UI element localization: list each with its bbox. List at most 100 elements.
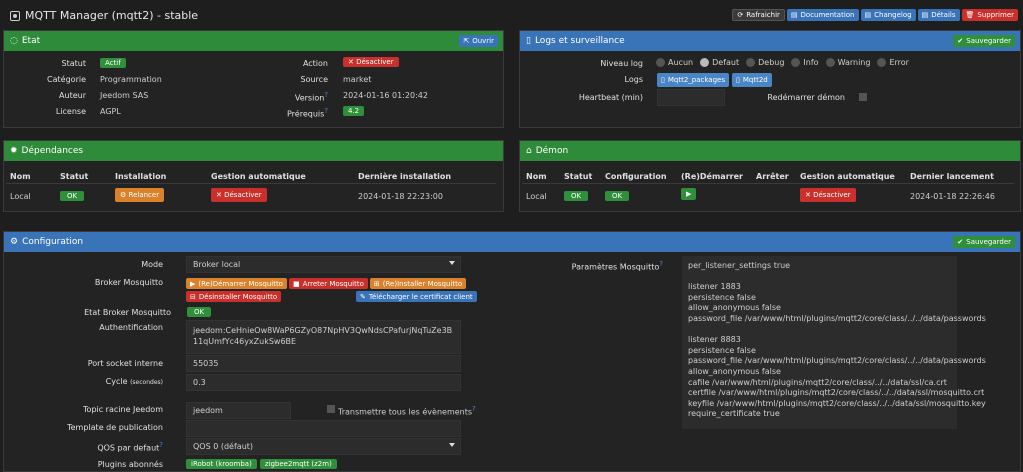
auteur-value: Jeedom SAS (100, 91, 149, 100)
install-mosquitto-button[interactable]: ⊞ (Re)Installer Mosquitto (369, 278, 467, 289)
bank-icon: ⌂ (526, 146, 532, 156)
gear-icon: ✹ (10, 146, 18, 156)
demon-row-dernier: 2024-01-18 22:26:46 (910, 192, 995, 201)
demon-header: ⌂ Démon (520, 141, 1020, 161)
demon-col-config: Configuration (605, 172, 667, 181)
statut-value: Actif (100, 58, 126, 68)
params-textarea[interactable]: per_listener_settings true listener 1883… (682, 256, 986, 429)
transmit-events-label: Transmettre tous les évènements? (338, 405, 476, 417)
demon-col-nom: Nom (526, 172, 547, 181)
mode-select[interactable]: Broker local (186, 256, 461, 273)
auth-label: Authentification (99, 323, 163, 332)
deps-row-nom: Local (10, 192, 31, 201)
radio-aucun[interactable]: Aucun (656, 58, 693, 67)
deps-col-installation: Installation (115, 172, 167, 181)
demon-col-dernier: Dernier lancement (910, 172, 994, 181)
template-label: Template de publication (67, 423, 163, 432)
chevron-down-icon (449, 443, 455, 447)
auteur-label: Auteur (59, 91, 86, 100)
port-input[interactable]: 55035 (186, 355, 461, 372)
topic-label: Topic racine Jeedom (83, 405, 163, 414)
logs-buttons: ▯ Mqtt2_packages ▯ Mqtt2d (657, 73, 772, 87)
details-button[interactable]: ▤ Détails (917, 9, 960, 21)
source-value: market (343, 75, 372, 84)
car-icon: ⚙ (120, 191, 127, 199)
stop-mosquitto-button[interactable]: ■ Arreter Mosquitto (288, 278, 368, 289)
demon-col-gestion: Gestion automatique (800, 172, 895, 181)
logs-header: ▯ Logs et surveillance ✔ Sauvegarder (520, 31, 1020, 51)
qos-select[interactable]: QOS 0 (défaut) (186, 438, 461, 455)
prereq-label: Prérequis? (286, 107, 328, 119)
heartbeat-input[interactable] (657, 89, 725, 106)
file-icon: ▯ (526, 36, 531, 46)
deps-row-statut: OK (60, 191, 85, 201)
licence-value: AGPL (100, 107, 121, 116)
delete-button[interactable]: 🗑 Supprimer (961, 9, 1018, 21)
cycle-input[interactable]: 0.3 (186, 374, 461, 391)
plus-icon: ⊞ (373, 279, 380, 288)
radio-debug[interactable]: Debug (746, 58, 784, 67)
log-level-label: Niveau log (600, 59, 643, 68)
help-icon[interactable]: ? (324, 91, 328, 99)
version-value: 2024-01-16 01:20:42 (343, 91, 428, 100)
play-icon: ▶ (190, 279, 196, 288)
demon-disable-button[interactable]: ✕ Désactiver (800, 188, 856, 202)
open-button[interactable]: ⇱ Ouvrir (459, 35, 498, 47)
restart-daemon-checkbox[interactable] (859, 93, 867, 101)
help-icon[interactable]: ? (659, 260, 663, 268)
logs-save-button[interactable]: ✔ Sauvegarder (953, 35, 1015, 47)
deps-relaunch-button[interactable]: ⚙ Relancer (115, 188, 165, 202)
deps-disable-button[interactable]: ✕ Désactiver (211, 188, 267, 202)
minus-icon: ⊟ (190, 292, 196, 301)
template-input[interactable] (186, 420, 461, 437)
plugin-icon (10, 10, 20, 21)
book-icon: ▤ (790, 11, 798, 19)
radio-defaut[interactable]: Defaut (700, 58, 739, 67)
version-label: Version? (294, 91, 328, 103)
demon-divider (522, 183, 1014, 184)
uninstall-mosquitto-button[interactable]: ⊟ Désinstaller Mosquitto (186, 291, 282, 302)
broker-buttons-row1: ▶ (Re)Démarrer Mosquitto ■ Arreter Mosquit… (186, 278, 467, 289)
help-icon[interactable]: ? (159, 441, 163, 449)
radio-info[interactable]: Info (791, 58, 819, 67)
book-icon: ▤ (864, 11, 872, 19)
demon-start-button[interactable]: ▶ (681, 188, 697, 200)
trash-icon: 🗑 (965, 11, 975, 19)
etat-broker-value: OK (187, 307, 212, 317)
heartbeat-label: Heartbeat (min) (578, 93, 643, 102)
help-icon[interactable]: ? (472, 405, 476, 413)
download-certificate-button[interactable]: ✎ Télécharger le certificat client (356, 291, 477, 302)
external-link-icon: ⇱ (463, 37, 470, 45)
deps-col-nom: Nom (10, 172, 31, 181)
stop-icon: ■ (292, 279, 300, 288)
wrench-icon: ✎ (360, 292, 366, 301)
action-disable-button[interactable]: ✕ Désactiver (343, 57, 399, 67)
auth-input[interactable]: jeedom:CeHnieOw8WaP6GZyO87NpHV3QwNdsCPaf… (186, 320, 461, 354)
help-icon[interactable]: ? (324, 107, 328, 115)
demon-row-nom: Local (526, 192, 547, 201)
deps-divider (6, 183, 496, 184)
log-mqtt2d-button[interactable]: ▯ Mqtt2d (731, 73, 772, 87)
prereq-value: 4.2 (343, 106, 365, 116)
deps-row-derniere: 2024-01-18 22:23:00 (358, 192, 443, 201)
plugins-list: iRobot (kroomba) zigbee2mqtt (z2m) (186, 459, 337, 469)
radio-error[interactable]: Error (877, 58, 909, 67)
changelog-button[interactable]: ▤ Changelog (860, 9, 916, 21)
transmit-events-checkbox[interactable] (327, 405, 335, 413)
deps-col-statut: Statut (60, 172, 89, 181)
plugins-label: Plugins abonnés (97, 460, 163, 469)
qos-label: QOS par defaut? (97, 441, 163, 453)
documentation-button[interactable]: ▤ Documentation (786, 9, 859, 21)
chevron-down-icon (449, 261, 455, 265)
config-save-button[interactable]: ✔ Sauvegarder (953, 236, 1015, 248)
restart-mosquitto-button[interactable]: ▶ (Re)Démarrer Mosquitto (186, 278, 287, 289)
log-mqtt2-packages-button[interactable]: ▯ Mqtt2_packages (657, 73, 729, 87)
restart-daemon-label: Redémarrer démon (767, 93, 845, 102)
radio-warning[interactable]: Warning (825, 58, 870, 67)
page-title-text: MQTT Manager (mqtt2) - stable (25, 9, 199, 22)
demon-row-config: OK (605, 191, 630, 201)
cycle-label: Cycle (secondes) (105, 377, 163, 386)
topic-input[interactable]: jeedom (186, 402, 291, 419)
refresh-button[interactable]: ⟳ Rafraichir (732, 9, 785, 21)
refresh-icon: ⟳ (737, 11, 744, 19)
